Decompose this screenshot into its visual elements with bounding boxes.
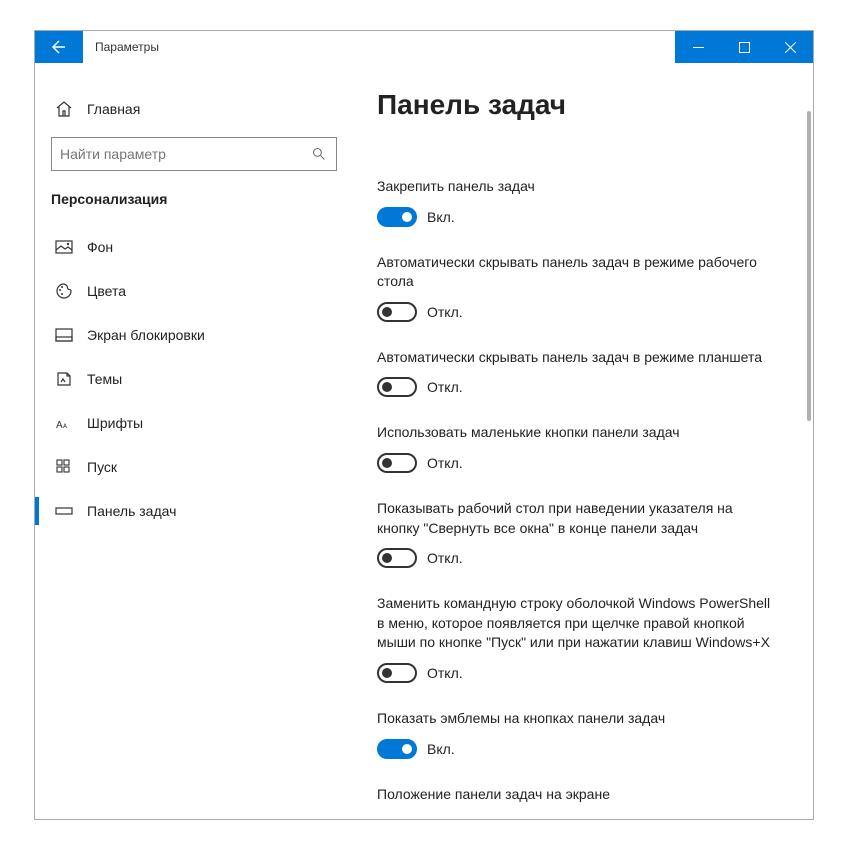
setting-item: Автоматически скрывать панель задач в ре… xyxy=(377,348,789,398)
nav-home-label: Главная xyxy=(87,101,140,117)
settings-window: Параметры xyxy=(34,30,814,820)
toggle-state-label: Откл. xyxy=(427,304,463,320)
setting-label: Показать эмблемы на кнопках панели задач xyxy=(377,709,777,729)
svg-text:ᴀ: ᴀ xyxy=(63,421,67,430)
setting-label: Показывать рабочий стол при наведении ук… xyxy=(377,499,777,538)
picture-icon xyxy=(55,238,73,256)
sidebar-item-label: Фон xyxy=(87,239,113,255)
sidebar-item-label: Экран блокировки xyxy=(87,327,205,343)
close-icon xyxy=(785,42,796,53)
titlebar: Параметры xyxy=(35,31,813,63)
page-title: Панель задач xyxy=(377,89,789,121)
fonts-icon: A ᴀ xyxy=(55,414,73,432)
sidebar-item-label: Цвета xyxy=(87,283,126,299)
toggle-row: Вкл. xyxy=(377,207,789,227)
sidebar-item-label: Панель задач xyxy=(87,503,176,519)
toggle-row: Откл. xyxy=(377,302,789,322)
setting-label: Автоматически скрывать панель задач в ре… xyxy=(377,253,777,292)
home-icon xyxy=(55,100,73,118)
arrow-left-icon xyxy=(51,39,67,55)
toggle-state-label: Вкл. xyxy=(427,741,455,757)
sidebar-item-themes[interactable]: Темы xyxy=(51,357,337,401)
sidebar: Главная Персонализация xyxy=(35,63,353,819)
sidebar-item-background[interactable]: Фон xyxy=(51,225,337,269)
setting-item: Использовать маленькие кнопки панели зад… xyxy=(377,423,789,473)
scrollbar-thumb[interactable] xyxy=(807,111,811,421)
palette-icon xyxy=(55,282,73,300)
setting-label: Использовать маленькие кнопки панели зад… xyxy=(377,423,777,443)
setting-item: Показывать рабочий стол при наведении ук… xyxy=(377,499,789,568)
maximize-button[interactable] xyxy=(721,31,767,63)
content-panel: Панель задач Закрепить панель задач Вкл. А… xyxy=(353,63,813,819)
toggle-row: Откл. xyxy=(377,453,789,473)
toggle-state-label: Откл. xyxy=(427,550,463,566)
window-body: Главная Персонализация xyxy=(35,63,813,819)
search-icon xyxy=(310,145,328,163)
minimize-button[interactable] xyxy=(675,31,721,63)
search-input[interactable] xyxy=(60,146,310,162)
themes-icon xyxy=(55,370,73,388)
lockscreen-icon xyxy=(55,326,73,344)
sidebar-item-label: Темы xyxy=(87,371,122,387)
sidebar-item-colors[interactable]: Цвета xyxy=(51,269,337,313)
setting-item: Автоматически скрывать панель задач в ре… xyxy=(377,253,789,322)
taskbar-icon xyxy=(55,502,73,520)
nav-home[interactable]: Главная xyxy=(51,87,337,131)
toggle-switch[interactable] xyxy=(377,739,417,759)
search-box[interactable] xyxy=(51,137,337,171)
toggle-state-label: Откл. xyxy=(427,665,463,681)
back-button[interactable] xyxy=(35,31,83,63)
toggle-row: Вкл. xyxy=(377,739,789,759)
toggle-switch[interactable] xyxy=(377,453,417,473)
start-icon xyxy=(55,458,73,476)
setting-item: Закрепить панель задач Вкл. xyxy=(377,177,789,227)
window-title: Параметры xyxy=(83,31,675,63)
window-controls xyxy=(675,31,813,63)
sidebar-item-fonts[interactable]: A ᴀ Шрифты xyxy=(51,401,337,445)
sidebar-item-label: Шрифты xyxy=(87,415,143,431)
setting-label: Закрепить панель задач xyxy=(377,177,777,197)
close-button[interactable] xyxy=(767,31,813,63)
toggle-switch[interactable] xyxy=(377,663,417,683)
scrollbar[interactable] xyxy=(807,111,811,809)
toggle-switch[interactable] xyxy=(377,207,417,227)
toggle-state-label: Откл. xyxy=(427,455,463,471)
sidebar-section-header: Персонализация xyxy=(51,191,337,207)
setting-item: Показать эмблемы на кнопках панели задач… xyxy=(377,709,789,759)
setting-label: Автоматически скрывать панель задач в ре… xyxy=(377,348,777,368)
toggle-row: Откл. xyxy=(377,663,789,683)
sidebar-item-start[interactable]: Пуск xyxy=(51,445,337,489)
toggle-switch[interactable] xyxy=(377,377,417,397)
toggle-state-label: Вкл. xyxy=(427,209,455,225)
setting-label: Заменить командную строку оболочкой Wind… xyxy=(377,594,777,653)
sidebar-item-lockscreen[interactable]: Экран блокировки xyxy=(51,313,337,357)
toggle-row: Откл. xyxy=(377,377,789,397)
svg-text:A: A xyxy=(56,420,63,431)
maximize-icon xyxy=(739,42,750,53)
sidebar-item-label: Пуск xyxy=(87,459,117,475)
minimize-icon xyxy=(693,42,704,53)
next-setting-heading: Положение панели задач на экране xyxy=(377,785,777,805)
toggle-row: Откл. xyxy=(377,548,789,568)
setting-item: Заменить командную строку оболочкой Wind… xyxy=(377,594,789,683)
toggle-state-label: Откл. xyxy=(427,379,463,395)
toggle-switch[interactable] xyxy=(377,548,417,568)
toggle-switch[interactable] xyxy=(377,302,417,322)
sidebar-item-taskbar[interactable]: Панель задач xyxy=(51,489,337,533)
